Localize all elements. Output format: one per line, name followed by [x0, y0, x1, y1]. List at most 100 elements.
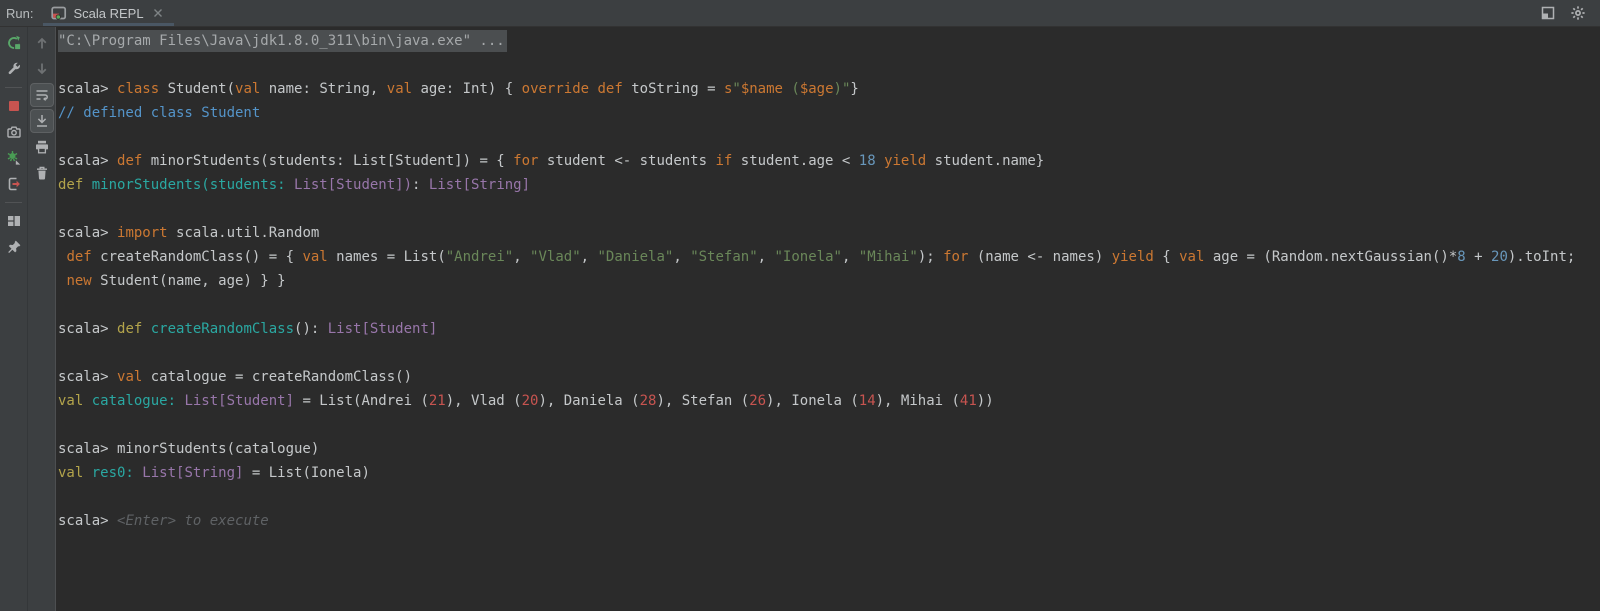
- console-text-segment: val: [117, 369, 151, 385]
- pin-icon: [6, 239, 22, 255]
- exit-button[interactable]: [2, 172, 26, 196]
- console-text-segment: 41: [959, 393, 977, 409]
- console-text-segment: scala>: [58, 225, 118, 241]
- console-text-segment: 21: [428, 393, 446, 409]
- toolbar-divider: [5, 87, 22, 88]
- console-text-segment: val: [386, 81, 421, 97]
- scroll-end-button[interactable]: [29, 109, 54, 133]
- console-text-segment: Student(name, age) } }: [100, 273, 286, 289]
- console-text-segment: List[String]: [428, 177, 531, 193]
- camera-icon: [6, 124, 22, 140]
- console-text-segment: scala>: [58, 153, 118, 169]
- close-icon[interactable]: [150, 5, 166, 21]
- console-text-segment: student.age <: [740, 153, 859, 169]
- console-text-segment: student <- students: [546, 153, 716, 169]
- console-text-segment: for: [943, 249, 977, 265]
- console-text-segment: ,: [757, 249, 775, 265]
- console-text-segment: def: [597, 81, 632, 97]
- console-text-segment: 20: [1491, 249, 1508, 265]
- console-text-segment: $age: [799, 81, 834, 97]
- console-text-segment: "Vlad": [530, 249, 581, 265]
- console-text-segment: ), Daniela (: [538, 393, 640, 409]
- run-toolbar-primary: [0, 27, 28, 611]
- gear-icon[interactable]: [1570, 5, 1586, 21]
- console-text-segment: class: [117, 81, 168, 97]
- console-text-segment: 28: [639, 393, 657, 409]
- console-text-segment: Student(: [167, 81, 236, 97]
- console-line: "C:\Program Files\Java\jdk1.8.0_311\bin\…: [58, 29, 1600, 53]
- console-text-segment: "Ionela": [774, 249, 842, 265]
- console-text-segment: minorStudents(students: List[Student]) =…: [150, 153, 514, 169]
- trash-button[interactable]: [30, 161, 54, 185]
- rerun-button[interactable]: [2, 31, 26, 55]
- attach-button[interactable]: [2, 146, 26, 170]
- arrow-up-icon: [34, 35, 50, 51]
- wrench-button[interactable]: [2, 57, 26, 81]
- console-text-segment: (name <- names): [976, 249, 1112, 265]
- console-line: new Student(name, age) } }: [58, 269, 1600, 293]
- float-window-icon[interactable]: [1540, 5, 1556, 21]
- console-line: val catalogue: List[Student] = List(Andr…: [58, 389, 1600, 413]
- console-text-segment: (: [782, 81, 800, 97]
- console-text-segment: 20: [521, 393, 539, 409]
- toolbar-divider: [5, 202, 22, 203]
- console-toolbar-secondary: [28, 27, 56, 611]
- console-text-segment: "Stefan": [690, 249, 758, 265]
- console-line: scala> class Student(val name: String, v…: [58, 77, 1600, 101]
- console-text-segment: if: [715, 153, 741, 169]
- tab-scala-repl[interactable]: Scala REPL: [43, 0, 174, 26]
- console-text-segment: new: [66, 273, 101, 289]
- stop-button[interactable]: [2, 94, 26, 118]
- arrow-down-button[interactable]: [30, 57, 54, 81]
- console-line: scala> <Enter> to execute: [58, 509, 1600, 533]
- soft-wrap-button[interactable]: [29, 83, 54, 107]
- trash-icon: [34, 165, 50, 181]
- console-text-segment: scala>: [58, 321, 118, 337]
- console-text-segment: ():: [294, 321, 328, 337]
- soft-wrap-icon: [34, 87, 50, 103]
- console-text-segment: scala>: [58, 81, 118, 97]
- console-text-segment: scala>: [58, 369, 118, 385]
- console-text-segment: 8: [1457, 249, 1466, 265]
- console-text-segment: scala> minorStudents(catalogue): [58, 441, 320, 457]
- console-output[interactable]: "C:\Program Files\Java\jdk1.8.0_311\bin\…: [56, 27, 1600, 611]
- console-text-segment: val: [235, 81, 269, 97]
- console-text-segment: age = (Random.nextGaussian()*: [1212, 249, 1458, 265]
- exit-icon: [6, 176, 22, 192]
- console-text-segment: ,: [673, 249, 691, 265]
- arrow-up-button[interactable]: [30, 31, 54, 55]
- console-text-segment: );: [917, 249, 944, 265]
- console-text-segment: scala>: [58, 513, 118, 529]
- console-text-segment: val: [58, 393, 92, 409]
- console-text-segment: ), Vlad (: [445, 393, 522, 409]
- printer-button[interactable]: [30, 135, 54, 159]
- console-text-segment: createRandomClass: [150, 321, 295, 337]
- camera-button[interactable]: [2, 120, 26, 144]
- console-line: scala> import scala.util.Random: [58, 221, 1600, 245]
- console-text-segment: ), Ionela (: [766, 393, 859, 409]
- console-text-segment: yield: [884, 153, 935, 169]
- console-text-segment: name: String,: [268, 81, 387, 97]
- console-text-segment: "C:\Program Files\Java\jdk1.8.0_311\bin\…: [58, 30, 507, 52]
- console-text-segment: ), Mihai (: [875, 393, 960, 409]
- console-text-segment: )": [833, 81, 851, 97]
- console-text-segment: res0:: [91, 465, 143, 481]
- console-text-segment: // defined class Student: [58, 105, 261, 121]
- printer-icon: [34, 139, 50, 155]
- layout-button[interactable]: [2, 209, 26, 233]
- console-text-segment: age: Int) {: [420, 81, 522, 97]
- console-text-segment: def: [66, 249, 101, 265]
- console-line: def createRandomClass() = { val names = …: [58, 245, 1600, 269]
- pin-button[interactable]: [2, 235, 26, 259]
- console-line: val res0: List[String] = List(Ionela): [58, 461, 1600, 485]
- console-text-segment: minorStudents(students:: [91, 177, 295, 193]
- console-text-segment: {: [1162, 249, 1180, 265]
- tab-title: Scala REPL: [73, 5, 144, 21]
- run-console-icon: [51, 5, 67, 21]
